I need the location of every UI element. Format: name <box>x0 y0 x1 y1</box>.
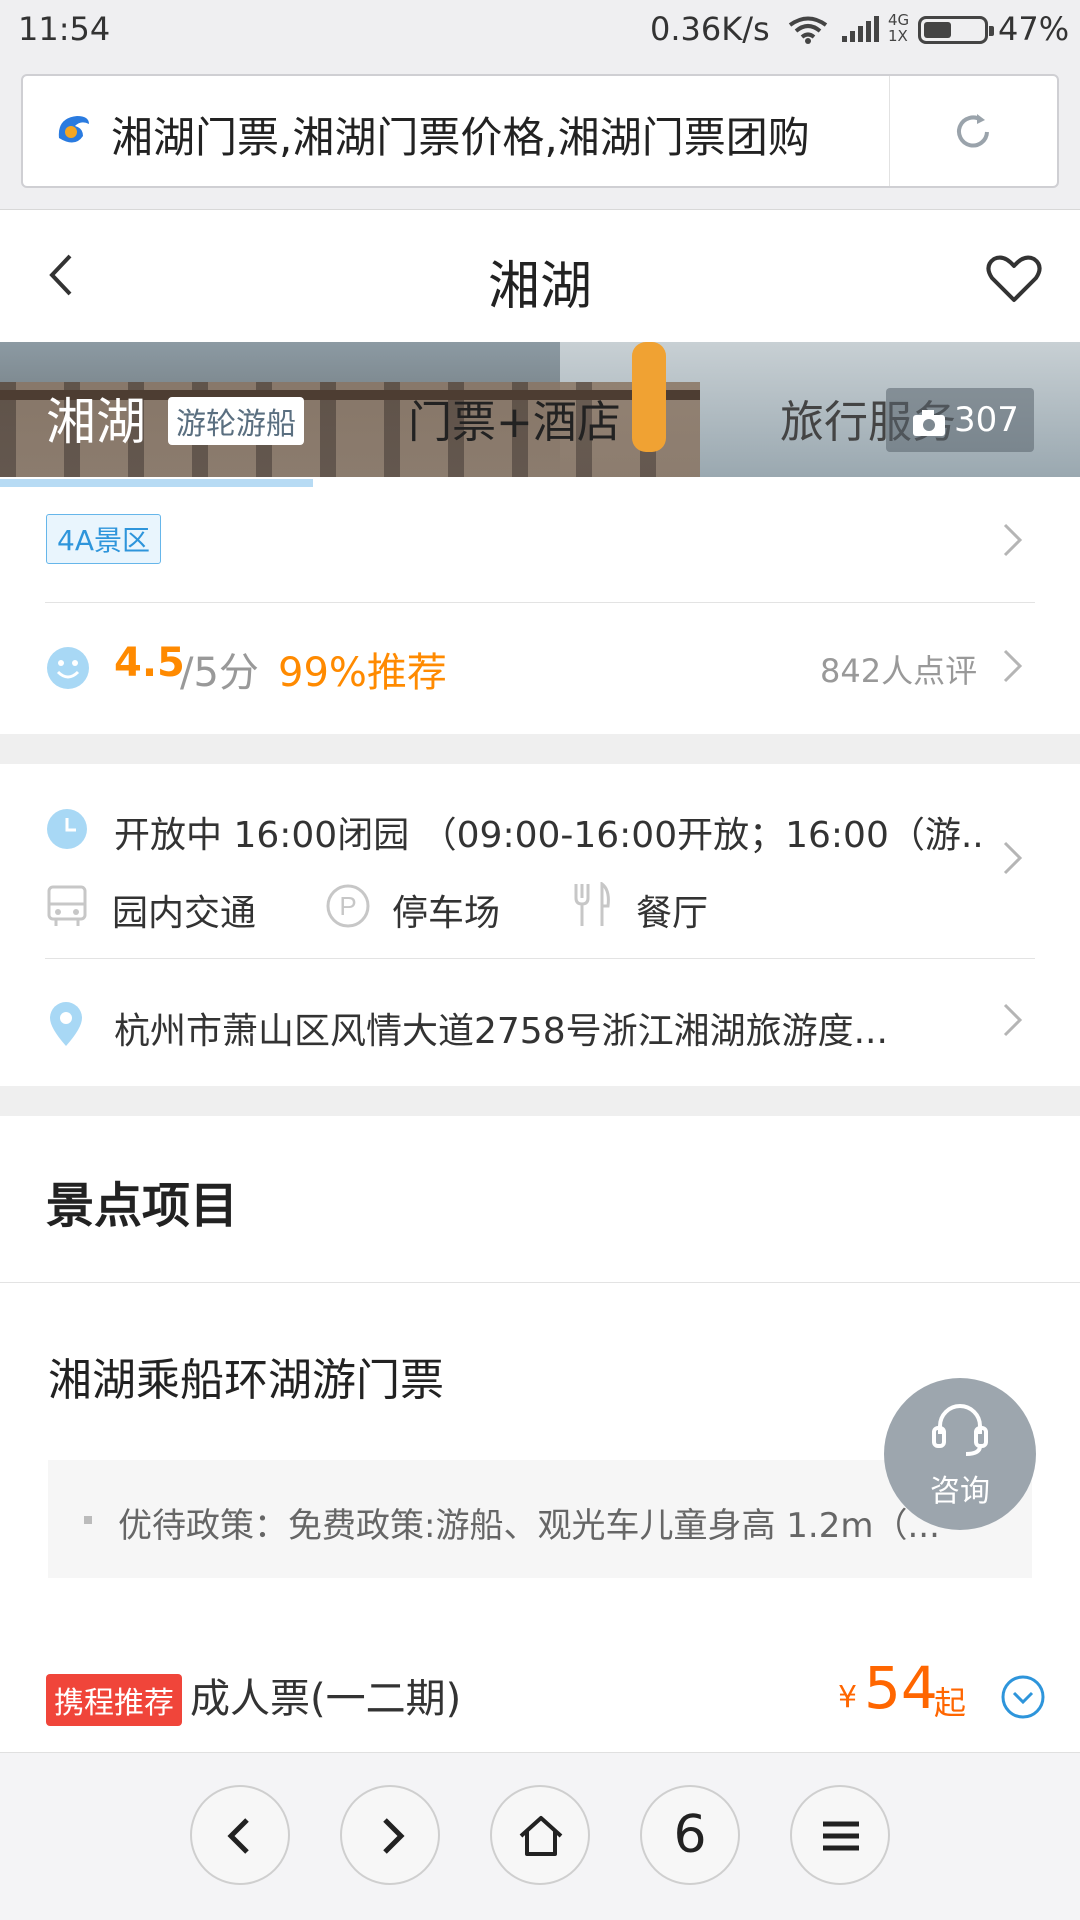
rating-out-of: /5分 <box>180 650 259 696</box>
network-1x: 1X <box>888 27 908 45</box>
nav-back-button[interactable] <box>190 1785 290 1885</box>
status-bar: 11:54 0.36K/s 4G 1X 47% <box>0 0 1080 58</box>
network-type: 4G 1X <box>888 12 909 44</box>
bus-icon <box>46 884 88 932</box>
tabs-count: 6 <box>673 1805 707 1865</box>
recommend-rate: 99%推荐 <box>278 650 447 696</box>
clock-icon <box>46 808 88 854</box>
opening-hours[interactable]: 开放中 16:00闭园 （09:00-16:00开放；16:00（游... <box>114 806 984 858</box>
price-suffix: 起 <box>934 1684 967 1722</box>
photo-count: 307 <box>954 400 1019 440</box>
facility-parking: 停车场 <box>392 893 501 934</box>
page-title: 湘湖 <box>487 257 592 317</box>
section-divider <box>0 734 1080 764</box>
location-pin-icon <box>48 1002 84 1052</box>
tag-cruise[interactable]: 游轮游船 <box>168 397 304 445</box>
restaurant-icon <box>572 880 612 932</box>
scenic-level-badge: 4A景区 <box>46 514 161 564</box>
battery-icon <box>918 16 994 44</box>
network-speed: 0.36K/s <box>650 10 770 48</box>
price-currency: ¥ <box>838 1680 858 1715</box>
section-title-attractions: 景点项目 <box>46 1178 239 1234</box>
banner-photo-buoy <box>632 342 666 452</box>
photo-count-button[interactable]: 307 <box>886 388 1034 452</box>
status-time: 11:54 <box>18 10 111 48</box>
expand-chevron-icon[interactable] <box>1000 1674 1046 1724</box>
chevron-left-icon <box>227 1818 249 1854</box>
page-header: 湘湖 <box>0 210 1080 342</box>
consult-button[interactable]: 咨询 <box>884 1378 1036 1530</box>
chevron-right-icon <box>1002 1002 1024 1042</box>
tab-scenic[interactable]: 湘湖 <box>46 382 146 454</box>
camera-icon <box>912 406 946 446</box>
chevron-right-icon <box>1002 648 1024 688</box>
ticket-price: 54 <box>864 1654 938 1722</box>
section-divider <box>0 1086 1080 1116</box>
battery-percent: 47% <box>998 10 1070 48</box>
browser-toolbar: 湘湖门票,湘湖门票价格,湘湖门票团购 <box>0 58 1080 210</box>
facility-transport: 园内交通 <box>112 893 257 934</box>
ticket-row[interactable]: 携程推荐 成人票(一二期) ¥ 54 起 <box>0 1640 1080 1750</box>
address-bar[interactable]: 湘湖门票,湘湖门票价格,湘湖门票团购 <box>21 74 1059 188</box>
chevron-right-icon <box>1002 522 1024 562</box>
nav-home-button[interactable] <box>490 1785 590 1885</box>
facility-restaurant: 餐厅 <box>636 893 709 934</box>
smiley-icon <box>46 646 90 694</box>
rating-score: 4.5 <box>114 640 185 686</box>
browser-bottom-nav: 6 <box>0 1752 1080 1920</box>
battery-fill <box>924 22 951 38</box>
nav-forward-button[interactable] <box>340 1785 440 1885</box>
ticket-name: 成人票(一二期) <box>190 1676 462 1722</box>
banner-scroll-bar <box>0 479 313 487</box>
nav-tabs-button[interactable]: 6 <box>640 1785 740 1885</box>
parking-icon: P <box>326 884 370 932</box>
level-row[interactable] <box>0 493 1080 601</box>
chevron-right-icon <box>383 1818 405 1854</box>
banner-scroll-indicator <box>0 477 1080 493</box>
menu-icon <box>823 1821 859 1851</box>
reload-icon[interactable] <box>951 110 995 158</box>
hero-banner: 湘湖 游轮游船 门票+酒店 旅行服务 307 <box>0 342 1080 477</box>
chevron-right-icon <box>1002 840 1024 880</box>
signal-icon <box>842 14 884 52</box>
favorite-heart-icon[interactable] <box>986 254 1042 308</box>
recommend-tag: 携程推荐 <box>46 1674 182 1726</box>
home-icon <box>519 1816 563 1856</box>
ctrip-logo-icon <box>53 110 93 154</box>
product-title[interactable]: 湘湖乘船环湖游门票 <box>48 1344 444 1408</box>
nav-menu-button[interactable] <box>790 1785 890 1885</box>
svg-text:P: P <box>339 891 356 921</box>
consult-label: 咨询 <box>930 1474 990 1509</box>
wifi-icon <box>788 14 828 52</box>
headset-icon <box>930 1402 990 1462</box>
address-text[interactable]: 杭州市萧山区风情大道2758号浙江湘湖旅游度... <box>114 1002 954 1054</box>
tab-ticket-hotel[interactable]: 门票+酒店 <box>408 386 621 450</box>
review-count[interactable]: 842人点评 <box>820 646 977 692</box>
policy-text: 优待政策：免费政策:游船、观光车儿童身高 1.2m（... <box>118 1506 940 1546</box>
page-title-url: 湘湖门票,湘湖门票价格,湘湖门票团购 <box>111 113 810 162</box>
